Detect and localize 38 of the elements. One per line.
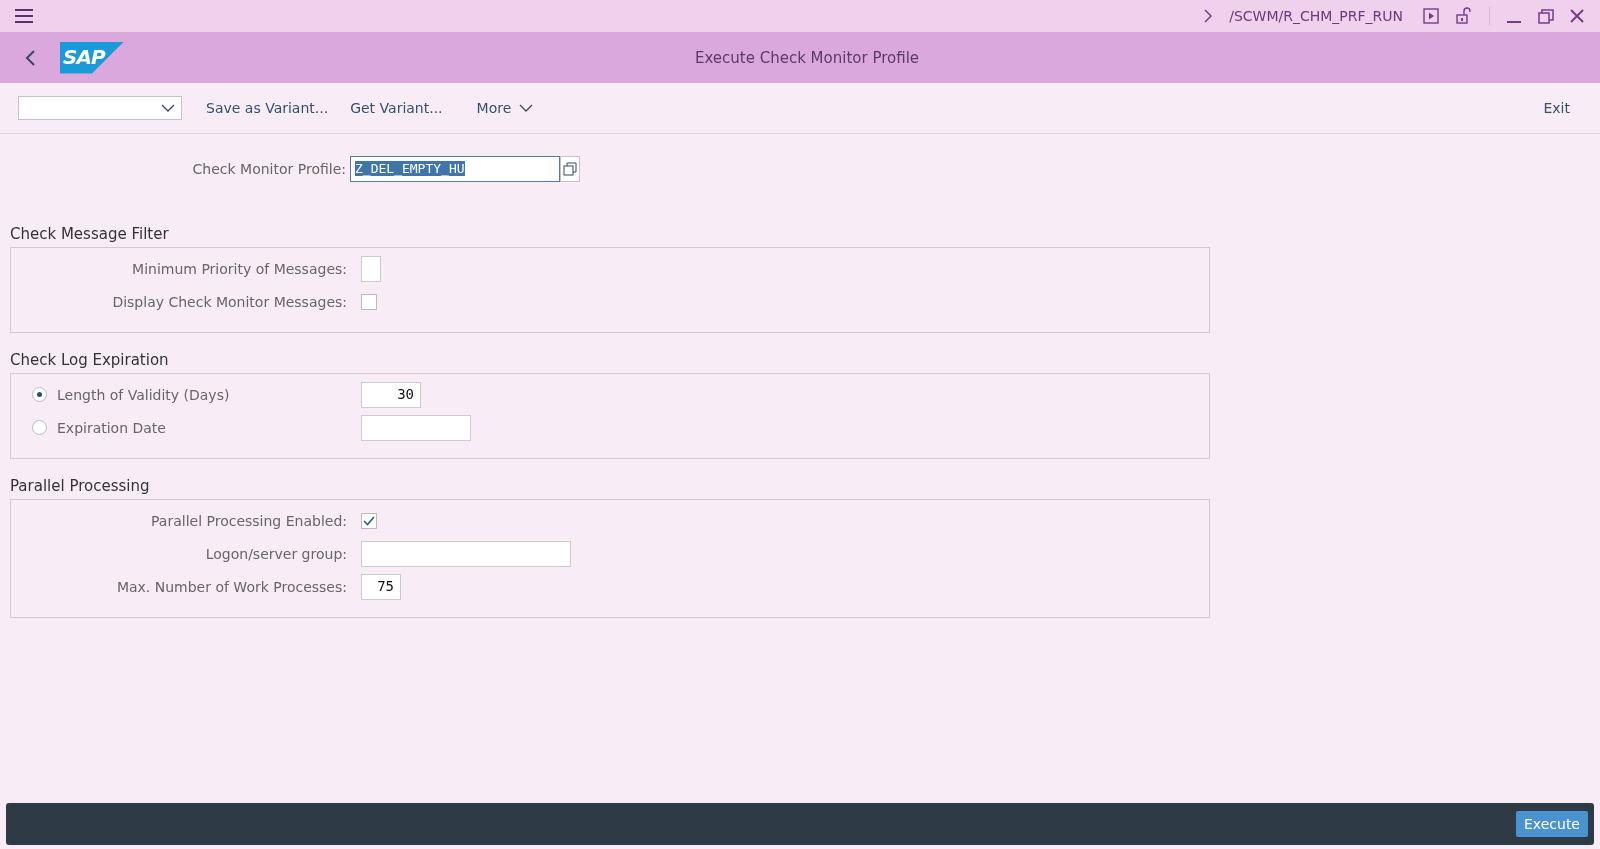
chevron-right-icon xyxy=(1203,9,1214,23)
close-icon[interactable] xyxy=(1570,9,1584,23)
radio-button[interactable] xyxy=(32,420,47,435)
profile-input[interactable]: Z_DEL_EMPTY_HU xyxy=(350,155,560,182)
value-help-icon[interactable] xyxy=(560,155,580,182)
unlock-icon[interactable] xyxy=(1455,7,1473,25)
section-title: Parallel Processing xyxy=(10,477,151,495)
radio-button[interactable] xyxy=(32,387,47,402)
page-title: Execute Check Monitor Profile xyxy=(693,48,921,67)
menu-icon[interactable] xyxy=(14,8,34,24)
toolbar-button[interactable]: Save as Variant... xyxy=(198,96,337,120)
field-label: Parallel Processing Enabled: xyxy=(150,512,348,529)
section-title: Check Message Filter xyxy=(10,225,170,243)
exit-button[interactable]: Exit xyxy=(1535,96,1578,120)
input-field[interactable]: 75 xyxy=(361,573,401,600)
chevron-down-icon xyxy=(519,104,534,112)
input-field[interactable] xyxy=(361,255,381,282)
restore-icon[interactable] xyxy=(1538,8,1554,24)
checkbox[interactable] xyxy=(361,512,377,529)
field-label: Minimum Priority of Messages: xyxy=(131,260,348,277)
radio-label: Length of Validity (Days) xyxy=(57,386,230,403)
input-field[interactable] xyxy=(361,540,571,567)
more-button[interactable]: More xyxy=(468,96,542,120)
chevron-down-icon xyxy=(161,104,175,112)
section-title: Check Log Expiration xyxy=(10,351,170,369)
input-field[interactable] xyxy=(361,414,471,441)
play-icon[interactable] xyxy=(1423,8,1439,24)
field-label: Logon/server group: xyxy=(204,545,348,562)
back-icon[interactable] xyxy=(24,48,36,67)
field-label: Display Check Monitor Messages: xyxy=(111,293,348,310)
radio-label: Expiration Date xyxy=(57,419,166,436)
transaction-code: /SCWM/R_CHM_PRF_RUN xyxy=(1229,8,1403,24)
input-field[interactable]: 30 xyxy=(361,381,421,408)
field-label: Check Monitor Profile: xyxy=(191,160,347,177)
logo: SAP xyxy=(60,41,124,74)
checkbox[interactable] xyxy=(361,293,377,310)
toolbar-button[interactable]: Get Variant... xyxy=(342,96,451,120)
field-label: Max. Number of Work Processes: xyxy=(115,578,348,595)
